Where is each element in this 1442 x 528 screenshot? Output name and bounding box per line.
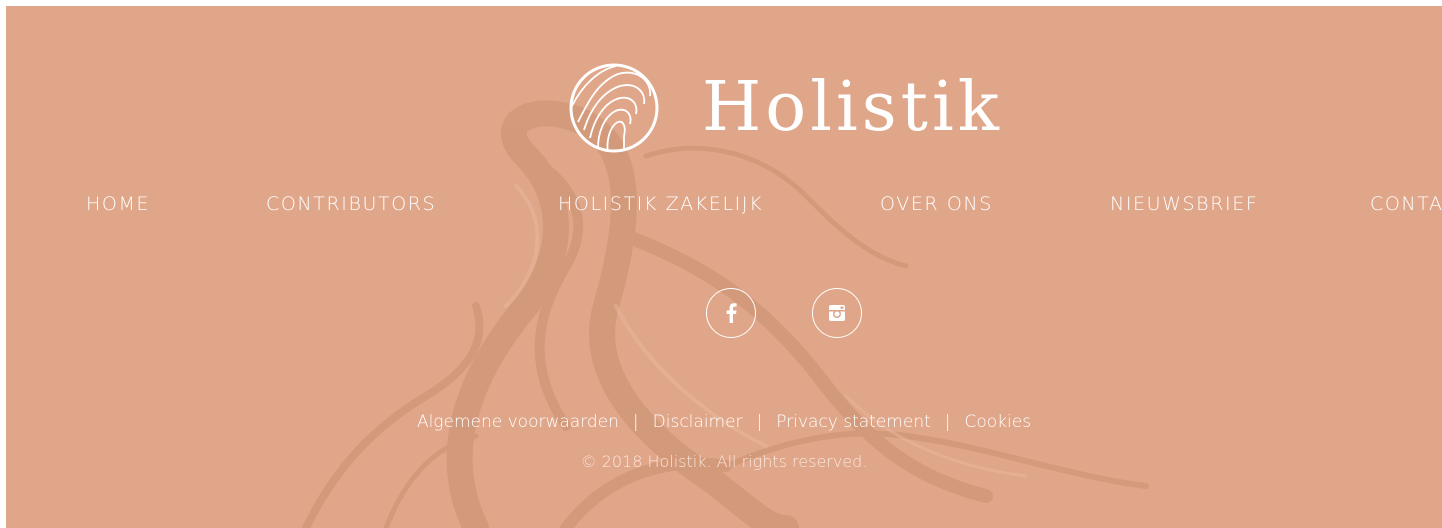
legal-links: Algemene voorwaarden | Disclaimer | Privacy …: [6, 412, 1442, 432]
facebook-icon: [726, 303, 737, 323]
wood-rings-logo-icon: [569, 63, 659, 153]
nav-item-contributors[interactable]: CONTRIBUTORS: [266, 193, 436, 215]
footer-nav: HOME CONTRIBUTORS HOLISTIK ZAKELIJK OVER…: [6, 193, 1442, 217]
brand-name: Holistik: [702, 68, 1003, 147]
social-links: [706, 288, 918, 338]
nav-item-holistik-zakelijk[interactable]: HOLISTIK ZAKELIJK: [558, 193, 763, 215]
link-separator: |: [756, 412, 763, 432]
link-algemene-voorwaarden[interactable]: Algemene voorwaarden: [417, 412, 619, 432]
copyright-text: © 2018 Holistik. All rights reserved.: [580, 452, 868, 471]
facebook-button[interactable]: [706, 288, 756, 338]
nav-item-contact[interactable]: CONTA: [1370, 193, 1442, 215]
link-disclaimer[interactable]: Disclaimer: [653, 412, 743, 432]
instagram-icon: [829, 305, 845, 321]
brand-logo[interactable]: Holistik: [568, 62, 1003, 154]
link-cookies[interactable]: Cookies: [965, 412, 1032, 432]
nav-item-home[interactable]: HOME: [86, 193, 150, 215]
instagram-button[interactable]: [812, 288, 862, 338]
link-separator: |: [944, 412, 951, 432]
link-separator: |: [632, 412, 639, 432]
link-privacy-statement[interactable]: Privacy statement: [776, 412, 930, 432]
nav-item-over-ons[interactable]: OVER ONS: [880, 193, 993, 215]
nav-item-nieuwsbrief[interactable]: NIEUWSBRIEF: [1110, 193, 1258, 215]
site-footer: Holistik HOME CONTRIBUTORS HOLISTIK ZAKE…: [6, 6, 1442, 528]
